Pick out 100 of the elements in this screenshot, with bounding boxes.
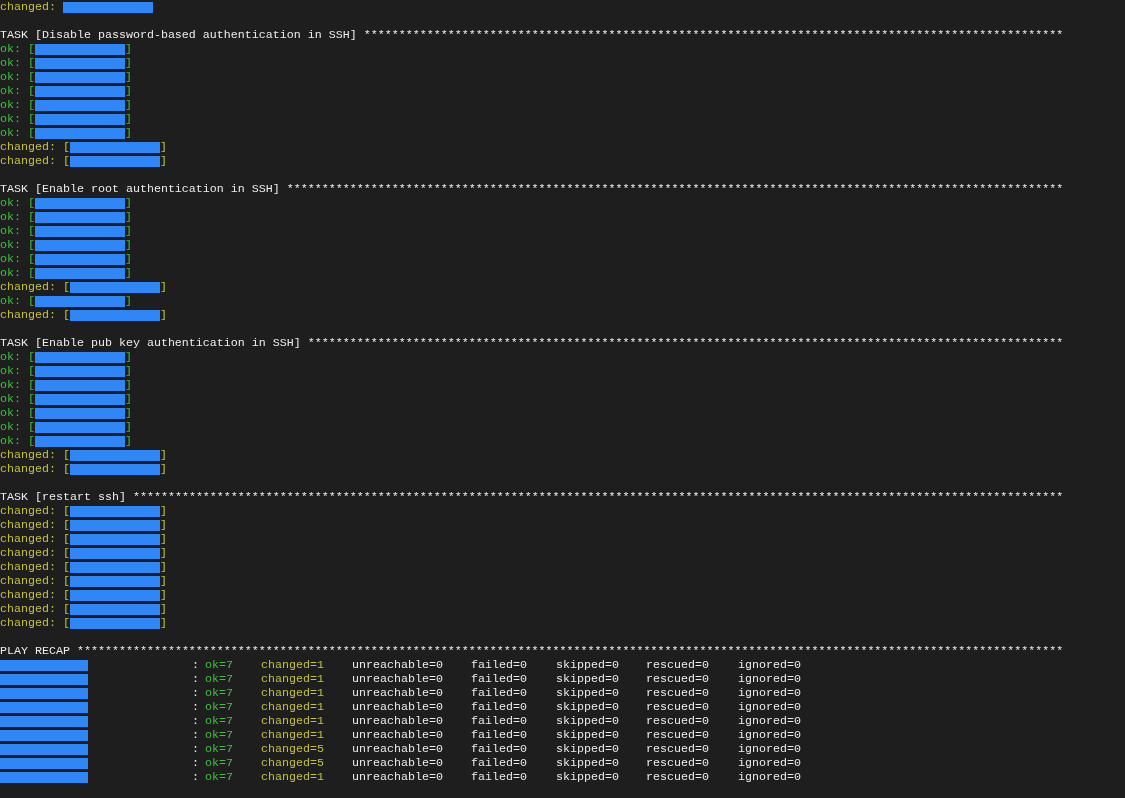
recap-stat: skipped=0: [556, 714, 620, 728]
status-label: ok:: [0, 112, 21, 126]
status-label: ok:: [0, 196, 21, 210]
bracket: ]: [125, 252, 132, 266]
recap-separator: :: [192, 728, 200, 742]
recap-stat: unreachable=0: [352, 700, 444, 714]
status-label: changed:: [0, 504, 56, 518]
separator-stars: *************************************************************************************************************************************: [132, 490, 1064, 504]
recap-stat: ignored=0: [738, 728, 801, 742]
recap-stat: ignored=0: [738, 714, 801, 728]
recap-stat: failed=0: [471, 728, 528, 742]
status-label: ok:: [0, 420, 21, 434]
bracket: [: [28, 126, 35, 140]
recap-stat: rescued=0: [646, 728, 710, 742]
recap-separator: :: [192, 756, 200, 770]
recap-stat: ok=7: [205, 770, 234, 784]
bracket: ]: [125, 294, 132, 308]
bracket: [: [28, 266, 35, 280]
recap-stat: skipped=0: [556, 756, 620, 770]
recap-stat: skipped=0: [556, 700, 620, 714]
recap-stat: rescued=0: [646, 700, 710, 714]
bracket: [: [28, 238, 35, 252]
bracket: [: [28, 112, 35, 126]
recap-stat: rescued=0: [646, 658, 710, 672]
status-label: ok:: [0, 350, 21, 364]
separator-stars: ***************************************************************************************************************: [286, 182, 1064, 196]
bracket: ]: [125, 98, 132, 112]
recap-stat: unreachable=0: [352, 714, 444, 728]
status-label: ok:: [0, 378, 21, 392]
recap-stat: unreachable=0: [352, 658, 444, 672]
recap-stat: failed=0: [471, 714, 528, 728]
recap-stat: changed=1: [261, 700, 325, 714]
recap-stat: ok=7: [205, 686, 234, 700]
recap-stat: rescued=0: [646, 770, 710, 784]
bracket: [: [28, 378, 35, 392]
recap-separator: :: [192, 686, 200, 700]
bracket: [: [28, 224, 35, 238]
bracket: [: [28, 42, 35, 56]
recap-separator: :: [192, 700, 200, 714]
recap-stat: failed=0: [471, 756, 528, 770]
status-label: changed:: [0, 574, 56, 588]
recap-stat: changed=5: [261, 742, 325, 756]
bracket: ]: [159, 560, 167, 574]
bracket: [: [62, 308, 70, 322]
bracket: [: [28, 350, 35, 364]
recap-header: PLAY RECAP: [0, 644, 70, 658]
bracket: [: [62, 588, 70, 602]
bracket: [: [62, 518, 70, 532]
bracket: ]: [159, 448, 167, 462]
recap-stat: unreachable=0: [352, 742, 444, 756]
bracket: [: [62, 448, 70, 462]
bracket: [: [62, 616, 70, 630]
recap-separator: :: [192, 658, 200, 672]
recap-stat: ok=7: [205, 714, 234, 728]
bracket: ]: [125, 196, 132, 210]
status-label: ok:: [0, 238, 21, 252]
bracket: ]: [125, 42, 132, 56]
bracket: [: [28, 392, 35, 406]
bracket: [: [28, 98, 35, 112]
recap-stat: unreachable=0: [352, 728, 444, 742]
status-label: ok:: [0, 266, 21, 280]
recap-stat: changed=1: [261, 658, 325, 672]
recap-stat: failed=0: [471, 742, 528, 756]
recap-stat: changed=5: [261, 756, 325, 770]
recap-stat: ok=7: [205, 756, 234, 770]
status-label: changed:: [0, 616, 56, 630]
recap-stat: rescued=0: [646, 714, 710, 728]
bracket: [: [28, 210, 35, 224]
recap-stat: unreachable=0: [352, 672, 444, 686]
bracket: ]: [125, 112, 132, 126]
bracket: ]: [125, 406, 132, 420]
bracket: ]: [125, 266, 132, 280]
status-label: changed:: [0, 462, 56, 476]
recap-stat: changed=1: [261, 714, 325, 728]
status-label: ok:: [0, 42, 21, 56]
status-label: ok:: [0, 210, 21, 224]
recap-stat: changed=1: [261, 728, 325, 742]
bracket: [: [62, 546, 70, 560]
status-label: ok:: [0, 56, 21, 70]
recap-stat: failed=0: [471, 672, 528, 686]
bracket: [: [62, 280, 70, 294]
bracket: ]: [159, 504, 167, 518]
recap-stat: changed=1: [261, 686, 325, 700]
bracket: [: [62, 532, 70, 546]
status-label: ok:: [0, 392, 21, 406]
recap-stat: failed=0: [471, 770, 528, 784]
recap-stat: ignored=0: [738, 756, 801, 770]
recap-stat: unreachable=0: [352, 770, 444, 784]
task-header: TASK [Enable pub key authentication in SSH]: [0, 336, 301, 350]
bracket: ]: [159, 462, 167, 476]
status-label: changed:: [0, 532, 56, 546]
recap-stat: skipped=0: [556, 728, 620, 742]
bracket: ]: [159, 140, 167, 154]
bracket: [: [28, 196, 35, 210]
recap-stat: ignored=0: [738, 658, 801, 672]
recap-stat: failed=0: [471, 700, 528, 714]
bracket: ]: [125, 364, 132, 378]
bracket: [: [28, 56, 35, 70]
recap-stat: skipped=0: [556, 770, 620, 784]
status-label: ok:: [0, 70, 21, 84]
